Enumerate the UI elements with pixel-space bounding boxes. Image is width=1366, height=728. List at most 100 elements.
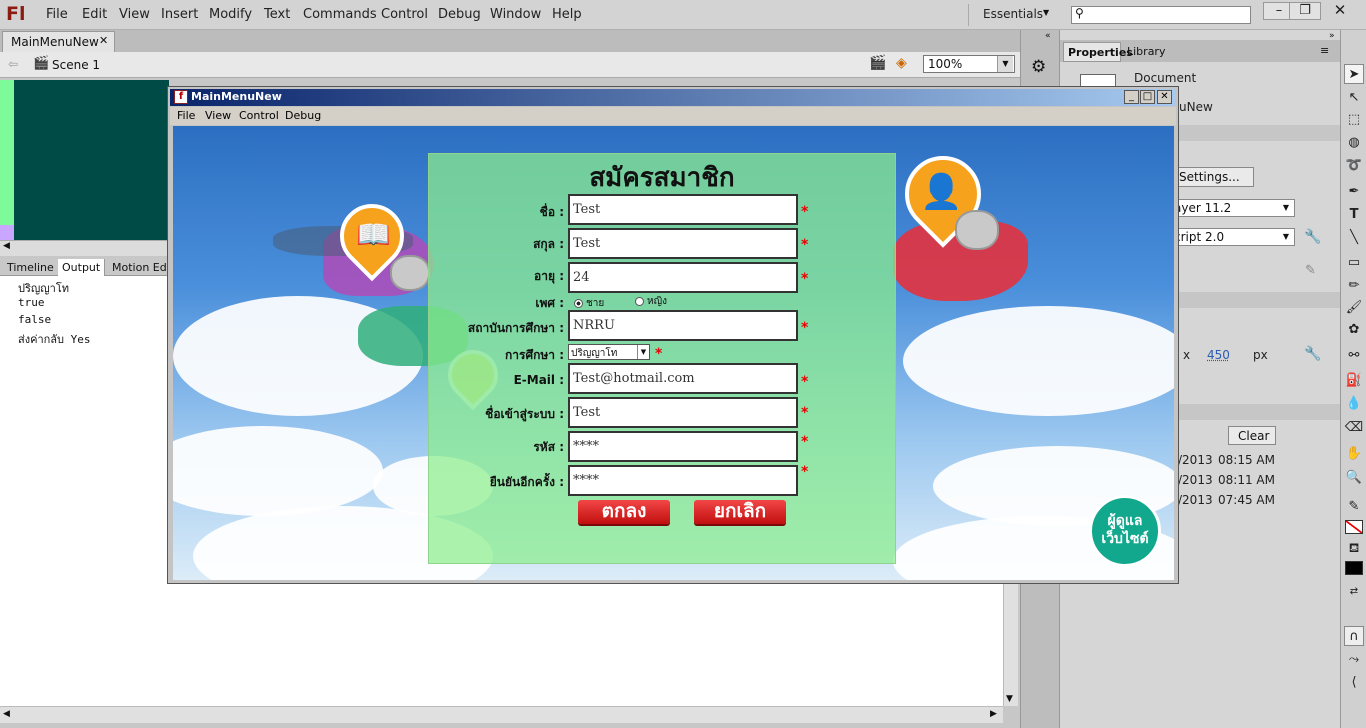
brush-tool-icon[interactable]: 🖌 [1344,298,1364,318]
pencil-icon[interactable]: ✎ [1305,263,1316,278]
cancel-button[interactable]: ยกเลิก [694,500,786,524]
panel-menu-icon[interactable]: ≡ [1320,44,1329,57]
menu-window[interactable]: Window [490,7,541,22]
player-menu-file[interactable]: File [177,109,195,122]
gender-female-label: หญิง [647,296,667,307]
chevron-down-icon[interactable]: ▼ [1043,8,1049,17]
close-button[interactable]: ✕ [1322,2,1358,20]
school-label: สถาบันการศึกษา : [467,321,564,335]
hand-tool-icon[interactable]: ✋ [1344,444,1364,464]
swap-colors-icon[interactable]: ⇄ [1344,582,1364,602]
confirm-password-input[interactable]: **** [568,465,798,496]
pencil-tool-icon[interactable]: ✏ [1344,276,1364,296]
player-close-button[interactable]: ✕ [1157,90,1172,104]
bone-tool-icon[interactable]: ⚯ [1344,346,1364,366]
snap-magnet-icon[interactable]: ∩ [1344,626,1364,646]
menu-control[interactable]: Control [381,7,428,22]
menu-view[interactable]: View [119,7,150,22]
tab-properties[interactable]: Properties [1063,42,1133,62]
expand-arrows-icon[interactable]: » [1329,31,1335,41]
free-transform-icon[interactable]: ⬚ [1344,110,1364,130]
deco-tool-icon[interactable]: ✿ [1344,320,1364,340]
zoom-tool-icon[interactable]: 🔍 [1344,468,1364,488]
chevron-down-icon[interactable]: ▼ [637,345,649,359]
straighten-icon[interactable]: ⟨ [1344,673,1364,693]
restore-button[interactable]: ❐ [1289,2,1321,20]
lasso-tool-icon[interactable]: ➰ [1344,156,1364,176]
search-input[interactable] [1071,6,1251,24]
form-title: สมัครสมาชิก [589,163,735,193]
username-input[interactable]: Test [568,397,798,428]
menu-text[interactable]: Text [264,7,290,22]
wrench-icon[interactable]: 🔧 [1304,229,1321,245]
smooth-icon[interactable]: ⤳ [1344,650,1364,670]
stage-edge [0,80,14,240]
scroll-left-icon[interactable]: ◀ [3,709,10,719]
script-select[interactable]: cript 2.0 ▼ [1170,228,1295,246]
rectangle-tool-icon[interactable]: ▭ [1344,253,1364,273]
first-name-label: ชื่อ : [539,205,564,219]
publish-settings-button[interactable]: Settings... [1170,167,1254,187]
tab-library[interactable]: Library [1122,42,1170,62]
menu-modify[interactable]: Modify [209,7,252,22]
admin-logo[interactable]: ผู้ดูแล เว็บไซต์ [1089,495,1161,567]
pen-tool-icon[interactable]: ✒ [1344,182,1364,202]
menu-help[interactable]: Help [552,7,582,22]
workspace-switcher[interactable]: Essentials [983,7,1043,21]
wrench-icon[interactable]: 🔧 [1304,346,1321,362]
edit-symbol-icon[interactable]: ◈ [896,55,907,71]
eyedropper-icon[interactable]: 💧 [1344,394,1364,414]
close-tab-icon[interactable]: ✕ [99,34,108,47]
first-name-input[interactable]: Test [568,194,798,225]
clear-history-button[interactable]: Clear [1228,426,1276,445]
ok-button[interactable]: ตกลง [578,500,670,524]
stage-height-field[interactable]: 450 [1207,348,1230,362]
required-mark: * [801,434,809,450]
selection-tool-icon[interactable]: ➤ [1344,64,1364,84]
collapse-arrows-icon[interactable]: « [1045,31,1051,41]
player-menu-debug[interactable]: Debug [285,109,321,122]
player-title: MainMenuNew [191,90,282,103]
fill-color-icon[interactable]: ⛾ [1344,539,1364,559]
player-select[interactable]: ayer 11.2 ▼ [1170,199,1295,217]
eraser-tool-icon[interactable]: ⌫ [1344,418,1364,438]
menu-file[interactable]: File [46,7,68,22]
stroke-swatch[interactable] [1345,520,1363,534]
tab-output[interactable]: Output [58,259,106,276]
age-input[interactable]: 24 [568,262,798,293]
player-minimize-button[interactable]: _ [1124,90,1139,104]
subselection-tool-icon[interactable]: ↖ [1344,88,1364,108]
gender-female-radio[interactable]: หญิง [635,294,667,309]
stage-scrollbar[interactable] [0,240,169,256]
text-tool-icon[interactable]: T [1344,205,1364,225]
gender-male-radio[interactable]: ชาย [574,296,604,311]
password-input[interactable]: **** [568,431,798,462]
edit-scene-icon[interactable]: 🎬 [869,55,886,71]
player-maximize-button[interactable]: □ [1140,90,1155,104]
back-arrow-icon[interactable]: ⇦ [8,57,18,71]
menu-insert[interactable]: Insert [161,7,198,22]
scroll-right-icon[interactable]: ▶ [990,709,997,719]
school-input[interactable]: NRRU [568,310,798,341]
required-mark: * [801,464,809,480]
line-tool-icon[interactable]: ╲ [1344,228,1364,248]
scroll-down-icon[interactable]: ▼ [1006,694,1013,704]
email-input[interactable]: Test@hotmail.com [568,363,798,394]
scroll-left-icon[interactable]: ◀ [3,241,10,251]
last-name-input[interactable]: Test [568,228,798,259]
motion-presets-icon[interactable]: ⚙ [1031,57,1046,77]
paint-bucket-icon[interactable]: ⛽ [1344,371,1364,391]
menu-edit[interactable]: Edit [82,7,107,22]
chevron-down-icon[interactable]: ▼ [997,56,1013,72]
3d-rotation-icon[interactable]: ◍ [1344,133,1364,153]
tab-motion-editor[interactable]: Motion Edit [108,259,169,276]
player-menu-control[interactable]: Control [239,109,279,122]
fill-swatch[interactable] [1345,561,1363,575]
player-menu-view[interactable]: View [205,109,231,122]
stroke-color-icon[interactable]: ✎ [1344,497,1364,517]
output-horizontal-scrollbar[interactable] [0,706,1003,723]
player-title-bar[interactable] [170,89,1176,106]
menu-commands[interactable]: Commands [303,7,377,22]
tab-timeline[interactable]: Timeline [3,259,59,276]
menu-debug[interactable]: Debug [438,7,481,22]
